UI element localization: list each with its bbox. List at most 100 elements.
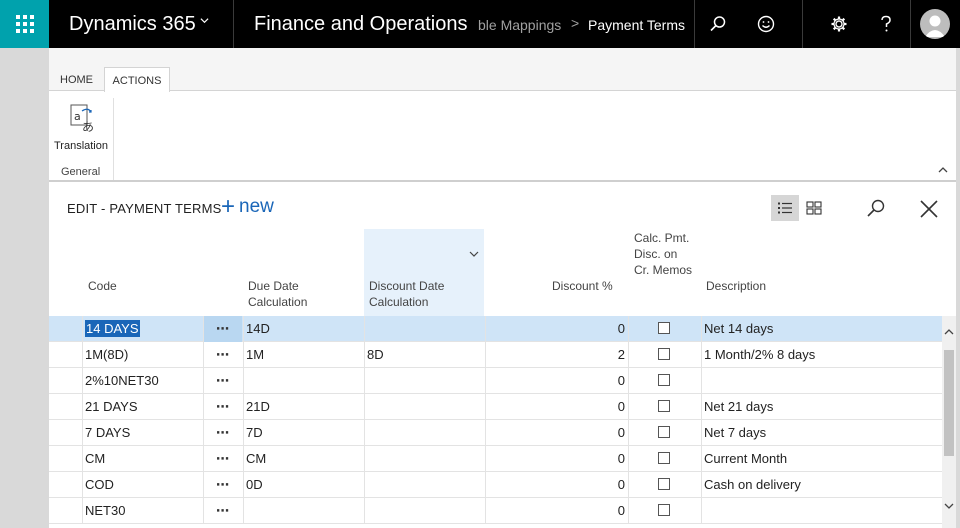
table-row[interactable]: CM ⋯ CM 0 Current Month (49, 446, 942, 472)
due-date-cell[interactable]: 21D (243, 394, 363, 420)
discount-percent-cell[interactable]: 0 (485, 394, 626, 420)
chevron-down-icon[interactable] (944, 502, 954, 510)
description-cell[interactable]: Net 14 days (701, 316, 941, 342)
calc-pmt-checkbox[interactable] (658, 400, 670, 412)
table-row[interactable]: 2%10NET30 ⋯ 0 (49, 368, 942, 394)
discount-percent-cell[interactable]: 0 (485, 446, 626, 472)
discount-date-cell[interactable] (364, 420, 484, 446)
row-more-button[interactable]: ⋯ (203, 316, 242, 342)
new-button[interactable]: + new (221, 195, 274, 219)
grid-scrollbar[interactable] (942, 316, 956, 528)
discount-date-cell[interactable]: 8D (364, 342, 484, 368)
app-title[interactable]: Dynamics 365 (69, 13, 196, 36)
table-row[interactable]: 7 DAYS ⋯ 7D 0 Net 7 days (49, 420, 942, 446)
chevron-down-icon[interactable] (200, 16, 209, 25)
translation-button[interactable]: a あ Translation (53, 103, 109, 153)
calc-pmt-checkbox[interactable] (658, 348, 670, 360)
column-header-calc-pmt-disc[interactable]: Calc. Pmt. Disc. on Cr. Memos (634, 230, 694, 278)
calc-pmt-checkbox[interactable] (658, 426, 670, 438)
description-cell[interactable]: Net 7 days (701, 420, 941, 446)
calc-pmt-checkbox[interactable] (658, 322, 670, 334)
discount-percent-cell[interactable]: 0 (485, 368, 626, 394)
list-view-icon (778, 202, 792, 214)
table-row[interactable]: 21 DAYS ⋯ 21D 0 Net 21 days (49, 394, 942, 420)
code-cell[interactable]: NET30 (82, 498, 202, 524)
row-more-button[interactable]: ⋯ (203, 368, 242, 394)
chevron-up-icon[interactable] (944, 328, 954, 336)
calc-pmt-cell (628, 420, 700, 446)
due-date-cell[interactable]: 0D (243, 472, 363, 498)
discount-date-cell[interactable] (364, 446, 484, 472)
code-value[interactable]: 14 DAYS (85, 320, 140, 337)
discount-date-cell[interactable] (364, 394, 484, 420)
description-cell[interactable]: Net 21 days (701, 394, 941, 420)
code-cell[interactable]: 2%10NET30 (82, 368, 202, 394)
row-more-button[interactable]: ⋯ (203, 472, 242, 498)
discount-date-cell[interactable] (364, 498, 484, 524)
code-cell[interactable]: COD (82, 472, 202, 498)
scrollbar-thumb[interactable] (944, 350, 954, 456)
column-header-discount-date-calculation[interactable]: Discount Date Calculation (369, 278, 479, 310)
calc-pmt-cell (628, 472, 700, 498)
description-cell[interactable]: Current Month (701, 446, 941, 472)
table-row[interactable]: 1M(8D) ⋯ 1M 8D 2 1 Month/2% 8 days (49, 342, 942, 368)
discount-date-cell[interactable] (364, 472, 484, 498)
help-icon[interactable] (862, 0, 910, 48)
breadcrumb-item-payment-terms[interactable]: Payment Terms (588, 17, 685, 33)
tab-home[interactable]: HOME (60, 74, 93, 86)
row-more-button[interactable]: ⋯ (203, 394, 242, 420)
discount-date-cell[interactable] (364, 368, 484, 394)
calc-pmt-checkbox[interactable] (658, 478, 670, 490)
column-header-due-date-calculation[interactable]: Due Date Calculation (248, 278, 358, 310)
due-date-cell[interactable] (243, 368, 363, 394)
discount-percent-cell[interactable]: 0 (485, 316, 626, 342)
smiley-icon[interactable] (742, 0, 790, 48)
description-cell[interactable] (701, 368, 941, 394)
row-more-button[interactable]: ⋯ (203, 498, 242, 524)
discount-percent-cell[interactable]: 0 (485, 498, 626, 524)
table-row[interactable]: 14 DAYS ⋯ 14D 0 Net 14 days (49, 316, 942, 342)
column-header-description[interactable]: Description (706, 278, 766, 294)
tab-actions[interactable]: ACTIONS (104, 67, 170, 92)
chevron-up-icon[interactable] (937, 164, 949, 176)
due-date-cell[interactable]: 7D (243, 420, 363, 446)
due-date-cell[interactable]: CM (243, 446, 363, 472)
due-date-cell[interactable]: 14D (243, 316, 363, 342)
close-button[interactable] (915, 195, 943, 223)
filter-search-button[interactable] (863, 195, 889, 221)
grid-view-button[interactable] (801, 195, 827, 221)
description-cell[interactable] (701, 498, 941, 524)
column-header-code[interactable]: Code (88, 278, 117, 294)
code-cell[interactable]: 21 DAYS (82, 394, 202, 420)
calc-pmt-checkbox[interactable] (658, 374, 670, 386)
due-date-cell[interactable] (243, 498, 363, 524)
description-cell[interactable]: Cash on delivery (701, 472, 941, 498)
new-button-label: new (239, 196, 274, 217)
gear-icon[interactable] (815, 0, 863, 48)
code-cell[interactable]: 1M(8D) (82, 342, 202, 368)
list-view-button[interactable] (771, 195, 799, 221)
row-more-button[interactable]: ⋯ (203, 342, 242, 368)
calc-pmt-checkbox[interactable] (658, 504, 670, 516)
search-icon[interactable] (694, 0, 742, 48)
code-cell[interactable]: 7 DAYS (82, 420, 202, 446)
breadcrumb-item-mappings[interactable]: ble Mappings (478, 17, 561, 33)
table-row[interactable]: NET30 ⋯ 0 (49, 498, 942, 524)
code-cell[interactable]: 14 DAYS (82, 316, 202, 342)
description-cell[interactable]: 1 Month/2% 8 days (701, 342, 941, 368)
discount-percent-cell[interactable]: 0 (485, 472, 626, 498)
due-date-cell[interactable]: 1M (243, 342, 363, 368)
row-more-button[interactable]: ⋯ (203, 420, 242, 446)
column-header-discount-percent[interactable]: Discount % (552, 278, 613, 294)
discount-percent-cell[interactable]: 2 (485, 342, 626, 368)
waffle-icon[interactable] (0, 0, 49, 48)
code-cell[interactable]: CM (82, 446, 202, 472)
calc-pmt-cell (628, 498, 700, 524)
discount-date-cell[interactable] (364, 316, 484, 342)
user-avatar-icon[interactable] (911, 0, 959, 48)
row-more-button[interactable]: ⋯ (203, 446, 242, 472)
table-row[interactable]: COD ⋯ 0D 0 Cash on delivery (49, 472, 942, 498)
discount-percent-cell[interactable]: 0 (485, 420, 626, 446)
chevron-down-icon[interactable] (469, 250, 479, 258)
calc-pmt-checkbox[interactable] (658, 452, 670, 464)
